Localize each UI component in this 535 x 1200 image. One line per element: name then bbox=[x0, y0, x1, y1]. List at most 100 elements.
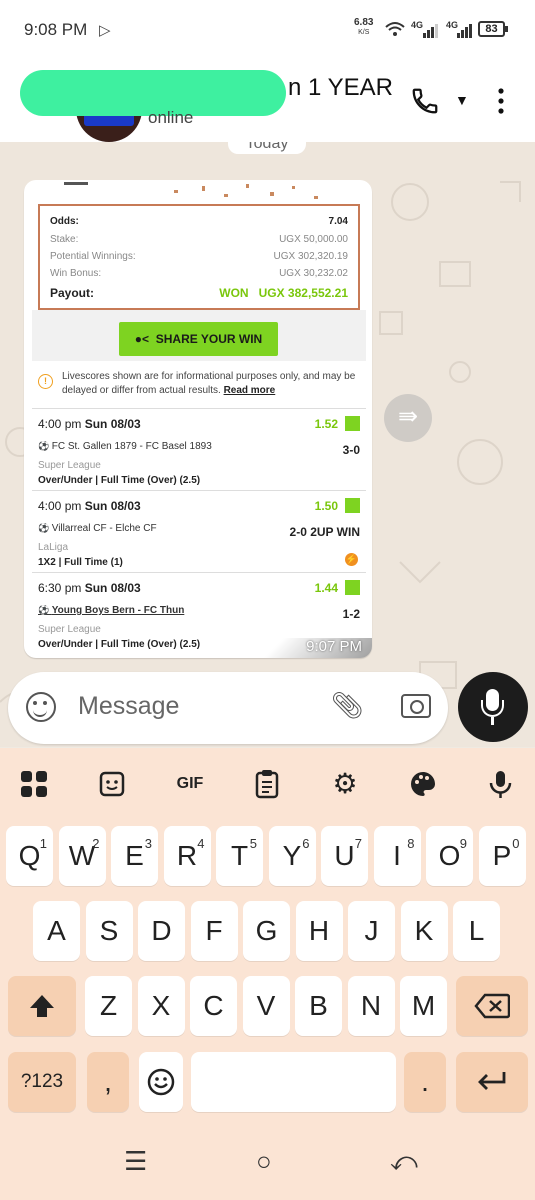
period-key[interactable]: . bbox=[404, 1052, 446, 1112]
gif-button[interactable]: GIF bbox=[170, 766, 210, 802]
theme-palette-icon[interactable] bbox=[403, 766, 443, 802]
bet-score: 3-0 bbox=[342, 443, 360, 457]
enter-key[interactable] bbox=[456, 1052, 528, 1112]
key-b[interactable]: B bbox=[295, 976, 342, 1036]
bet-league: Super League bbox=[38, 460, 101, 471]
bonus-value: UGX 30,232.02 bbox=[279, 268, 348, 279]
bet-date: Sun 08/03 bbox=[84, 417, 141, 431]
emoji-icon[interactable] bbox=[26, 692, 56, 722]
key-o[interactable]: O9 bbox=[426, 826, 473, 886]
key-q[interactable]: Q1 bbox=[6, 826, 53, 886]
key-d[interactable]: D bbox=[138, 901, 185, 961]
share-button-label: SHARE YOUR WIN bbox=[155, 332, 263, 346]
key-l[interactable]: L bbox=[453, 901, 500, 961]
key-a[interactable]: A bbox=[33, 901, 80, 961]
key-c[interactable]: C bbox=[190, 976, 237, 1036]
chat-header[interactable]: n 1 YEAR online ▼ bbox=[0, 60, 535, 142]
key-hint: 7 bbox=[354, 836, 362, 851]
bet-time: 4:00 pm bbox=[38, 417, 82, 431]
phone-icon[interactable] bbox=[410, 86, 440, 116]
bonus-label: Win Bonus: bbox=[50, 268, 102, 279]
key-k[interactable]: K bbox=[400, 901, 448, 961]
info-text: Livescores shown are for informational p… bbox=[62, 371, 356, 396]
key-w[interactable]: W2 bbox=[58, 826, 106, 886]
numbers-key[interactable]: ?123 bbox=[8, 1052, 76, 1112]
share-icon: ●< bbox=[134, 332, 150, 346]
bet-receipt: Odds: 7.04 Stake: UGX 50,000.00 Potential … bbox=[38, 204, 360, 310]
bet-date: Sun 08/03 bbox=[84, 581, 141, 595]
chevron-down-icon[interactable]: ▼ bbox=[455, 92, 469, 108]
message-time-overlay: 9:07 PM bbox=[256, 638, 372, 658]
comma-key[interactable]: , bbox=[87, 1052, 129, 1112]
bet-market: Over/Under | Full Time (Over) (2.5) bbox=[38, 475, 201, 486]
bet-odds: 1.52 bbox=[314, 417, 338, 431]
key-y[interactable]: Y6 bbox=[268, 826, 316, 886]
key-t[interactable]: T5 bbox=[216, 826, 263, 886]
bet-teams: Young Boys Bern - FC Thun bbox=[38, 605, 185, 616]
chat-title[interactable]: n 1 YEAR bbox=[288, 74, 393, 102]
space-key[interactable] bbox=[191, 1052, 396, 1112]
back-icon[interactable]: ⤺ bbox=[390, 1146, 418, 1178]
key-p[interactable]: P0 bbox=[478, 826, 526, 886]
message-composer[interactable]: Message 📎︎ bbox=[8, 672, 448, 744]
share-win-button[interactable]: ●< SHARE YOUR WIN bbox=[119, 322, 278, 356]
bet-item: 4:00 pm Sun 08/03 1.50 Villarreal CF - E… bbox=[32, 490, 366, 572]
key-g[interactable]: G bbox=[243, 901, 290, 961]
recent-apps-icon[interactable]: ☰ bbox=[124, 1146, 147, 1177]
key-e[interactable]: E3 bbox=[111, 826, 158, 886]
date-divider: Today bbox=[228, 142, 306, 154]
settings-gear-icon[interactable]: ⚙ bbox=[325, 766, 365, 802]
chat-subtitle: online bbox=[148, 108, 194, 127]
won-indicator bbox=[345, 498, 360, 513]
key-j[interactable]: J bbox=[348, 901, 395, 961]
bet-market: 1X2 | Full Time (1) bbox=[38, 557, 123, 568]
home-icon[interactable]: ○ bbox=[256, 1146, 272, 1177]
message-time: 9:07 PM bbox=[306, 638, 362, 655]
key-h[interactable]: H bbox=[295, 901, 343, 961]
status-time: 9:08 PM bbox=[24, 20, 88, 39]
more-options-icon[interactable] bbox=[496, 86, 506, 116]
system-navigation-bar: ☰ ○ ⤺ bbox=[0, 1126, 535, 1200]
key-x[interactable]: X bbox=[137, 976, 185, 1036]
bet-league: Super League bbox=[38, 624, 101, 635]
stake-value: UGX 50,000.00 bbox=[279, 234, 348, 245]
read-more-link[interactable]: Read more bbox=[224, 385, 276, 396]
backspace-key[interactable] bbox=[456, 976, 528, 1036]
apps-grid-icon[interactable] bbox=[14, 766, 54, 802]
key-u[interactable]: U7 bbox=[321, 826, 368, 886]
key-n[interactable]: N bbox=[347, 976, 395, 1036]
attach-icon[interactable]: 📎︎ bbox=[331, 690, 364, 721]
key-s[interactable]: S bbox=[85, 901, 133, 961]
key-r[interactable]: R4 bbox=[163, 826, 211, 886]
battery-icon: 83 bbox=[478, 21, 508, 37]
info-icon: ! bbox=[38, 374, 53, 389]
message-bubble[interactable]: Odds: 7.04 Stake: UGX 50,000.00 Potential … bbox=[24, 180, 372, 658]
signal-icon-2 bbox=[457, 24, 472, 38]
clipboard-icon[interactable] bbox=[247, 766, 287, 802]
bet-teams: Villarreal CF - Elche CF bbox=[38, 523, 157, 534]
emoji-key[interactable] bbox=[139, 1052, 183, 1112]
bet-odds: 1.50 bbox=[314, 499, 338, 513]
camera-icon[interactable] bbox=[401, 694, 431, 718]
message-input[interactable]: Message bbox=[78, 692, 179, 721]
signal-icon-1 bbox=[423, 24, 438, 38]
key-f[interactable]: F bbox=[190, 901, 238, 961]
key-i[interactable]: I8 bbox=[373, 826, 421, 886]
shift-key[interactable] bbox=[8, 976, 76, 1036]
payout-value: WON UGX 382,552.21 bbox=[219, 286, 348, 300]
forward-icon[interactable]: ⇛ bbox=[384, 394, 432, 442]
key-hint: 2 bbox=[92, 836, 100, 851]
sticker-icon[interactable] bbox=[92, 766, 132, 802]
key-hint: 5 bbox=[249, 836, 257, 851]
wifi-icon bbox=[385, 22, 405, 36]
won-indicator bbox=[345, 416, 360, 431]
voice-input-icon[interactable] bbox=[480, 766, 520, 802]
bet-time: 4:00 pm bbox=[38, 499, 82, 513]
key-m[interactable]: M bbox=[400, 976, 447, 1036]
key-hint: 4 bbox=[197, 836, 205, 851]
key-z[interactable]: Z bbox=[85, 976, 132, 1036]
key-v[interactable]: V bbox=[242, 976, 290, 1036]
play-store-icon: ▷ bbox=[99, 22, 111, 39]
voice-record-button[interactable] bbox=[458, 672, 528, 742]
livescore-info: ! Livescores shown are for informational… bbox=[32, 362, 366, 406]
